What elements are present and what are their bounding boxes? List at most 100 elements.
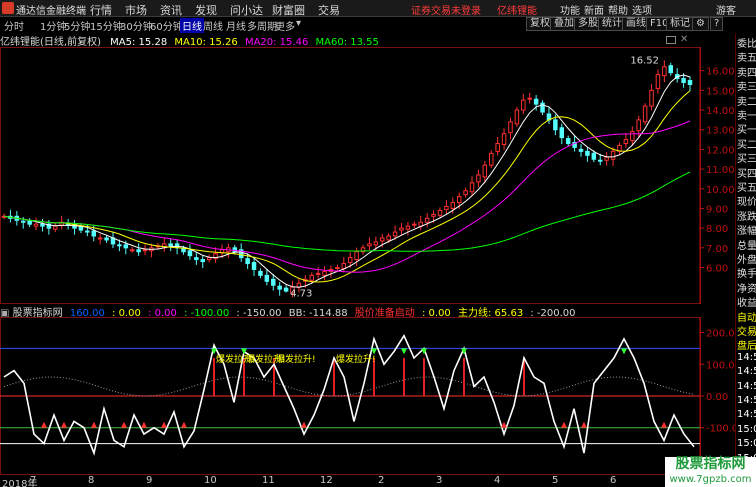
close-icon[interactable]: ✕ <box>680 34 688 45</box>
side-panel-item: 买五 <box>737 183 756 194</box>
side-panel-item: 买二 <box>737 139 756 151</box>
candle-body <box>533 98 539 105</box>
menu-item-news[interactable]: 资讯 <box>160 2 182 18</box>
candle-body <box>655 74 661 89</box>
candle-body <box>117 244 122 247</box>
help-icon[interactable]: ? <box>710 17 724 31</box>
time-axis-label: 7 <box>30 475 37 486</box>
side-panel-item: 换手 <box>737 269 756 281</box>
tab-30min[interactable]: 30分钟 <box>120 18 153 33</box>
menu-item-market[interactable]: 市场 <box>125 2 147 18</box>
candle-body <box>187 250 193 257</box>
candle-body <box>527 97 532 100</box>
side-panel-item[interactable]: 盘后 <box>737 337 756 352</box>
candle-body <box>129 249 135 252</box>
tab-daily[interactable]: 日线 <box>180 18 204 33</box>
time-axis-label: 12 <box>320 475 333 486</box>
price-axis-label: 7.00 <box>706 244 728 255</box>
login-warning[interactable]: 证券交易未登录 <box>411 2 481 17</box>
indicator-chart[interactable]: 200.0100.00.00-100.0爆发拉升!爆发拉升!爆发拉升!爆发拉升! <box>0 317 735 475</box>
tab-1min[interactable]: 1分钟 <box>40 18 66 33</box>
candle-body <box>630 131 635 142</box>
menu-item-trade[interactable]: 交易 <box>318 2 340 18</box>
tab-multi-period[interactable]: 多周期 <box>247 18 277 33</box>
price-chart[interactable]: 16.00 15.00 14.00 13.00 12.00 11.00 10.00 9.00 8… <box>0 47 735 304</box>
candle-body <box>91 230 97 237</box>
candle-body <box>27 220 32 225</box>
candle-body <box>687 80 693 85</box>
tab-15min[interactable]: 15分钟 <box>90 18 123 33</box>
tab-60min[interactable]: 60分钟 <box>150 18 183 33</box>
signal-dotted-line <box>3 376 695 397</box>
mark-button[interactable]: 标记 <box>666 17 694 31</box>
buy-arrow-icon <box>141 421 147 428</box>
candle-body <box>194 257 199 261</box>
candle-body <box>662 66 667 77</box>
candle-body <box>578 148 584 152</box>
tab-intraday[interactable]: 分时 <box>4 18 24 33</box>
candle-body <box>681 78 686 83</box>
chevron-down-icon[interactable]: ▾ <box>296 18 301 29</box>
sell-arrow-icon <box>621 348 627 355</box>
menu-item-wealth[interactable]: 财富圈 <box>272 2 305 18</box>
watermark-url: www.7gpzb.com <box>669 474 752 485</box>
price-axis-label: 14.00 <box>706 106 735 117</box>
candle-body <box>559 127 565 139</box>
side-panel-item: 外盘 <box>737 255 756 266</box>
candle-body <box>341 263 347 269</box>
candle-body <box>309 274 314 281</box>
price-axis-label: 10.00 <box>706 185 735 196</box>
candle-body <box>123 244 129 249</box>
indicator-axis-label: 200.0 <box>706 329 735 340</box>
candle-body <box>424 217 430 223</box>
candle-body <box>508 121 513 134</box>
buy-arrow-icon <box>41 421 47 428</box>
candle-body <box>40 223 45 227</box>
restore-icon[interactable] <box>666 36 676 44</box>
tab-5min[interactable]: 5分钟 <box>64 18 90 33</box>
time-axis-label: 8 <box>88 475 95 486</box>
candle-body <box>251 262 257 270</box>
menu-item-ask[interactable]: 问小达 <box>230 2 263 18</box>
candle-body <box>33 223 39 227</box>
tab-weekly[interactable]: 周线 <box>203 18 223 33</box>
candle-body <box>514 109 520 125</box>
candle-body <box>623 139 629 144</box>
high-price-label: 16.52 <box>630 55 659 66</box>
time-axis-label: 9 <box>146 475 153 486</box>
candle-body <box>277 285 282 290</box>
tab-monthly[interactable]: 月线 <box>226 18 246 33</box>
menu-item-guest[interactable]: 游客 <box>716 2 736 17</box>
candle-body <box>85 230 90 233</box>
side-panel-item: 买一 <box>737 125 756 137</box>
menu-item-options[interactable]: 选项 <box>632 2 652 17</box>
time-axis: 2018年789101112234567 <box>0 475 735 487</box>
gear-icon[interactable]: ⚙ <box>692 17 709 31</box>
candle-body <box>399 227 404 231</box>
menu-item-help[interactable]: 帮助 <box>608 2 628 17</box>
candle-body <box>489 152 494 166</box>
side-panel-item: 总量 <box>737 240 756 252</box>
price-axis-label: 12.00 <box>706 145 735 156</box>
tab-more[interactable]: 更多 <box>275 18 295 33</box>
side-panel-item[interactable]: 自动 <box>737 309 756 324</box>
menu-item-new[interactable]: 新面 <box>584 2 604 17</box>
side-panel-item: 涨跌 <box>737 211 756 223</box>
signal-label: 爆发拉升! <box>276 353 316 365</box>
menu-item-discover[interactable]: 发现 <box>195 2 217 18</box>
menu-item-quotes[interactable]: 行情 <box>90 2 112 18</box>
candle-body <box>367 243 372 247</box>
time-axis-label: 2 <box>378 475 385 486</box>
menu-item-function[interactable]: 功能 <box>560 2 580 17</box>
side-panel-item[interactable]: 交易 <box>737 323 756 338</box>
side-panel-item: 委比 <box>737 39 756 50</box>
price-axis-label: 11.00 <box>706 165 735 176</box>
candle-body <box>245 258 250 265</box>
sell-arrow-icon <box>401 348 407 355</box>
candle-body <box>604 156 609 161</box>
candle-body <box>380 237 385 242</box>
side-panel-item: 涨幅 <box>737 226 756 238</box>
candle-body <box>405 225 411 230</box>
side-panel-item: 净资 <box>737 283 756 295</box>
candle-body <box>476 174 481 183</box>
